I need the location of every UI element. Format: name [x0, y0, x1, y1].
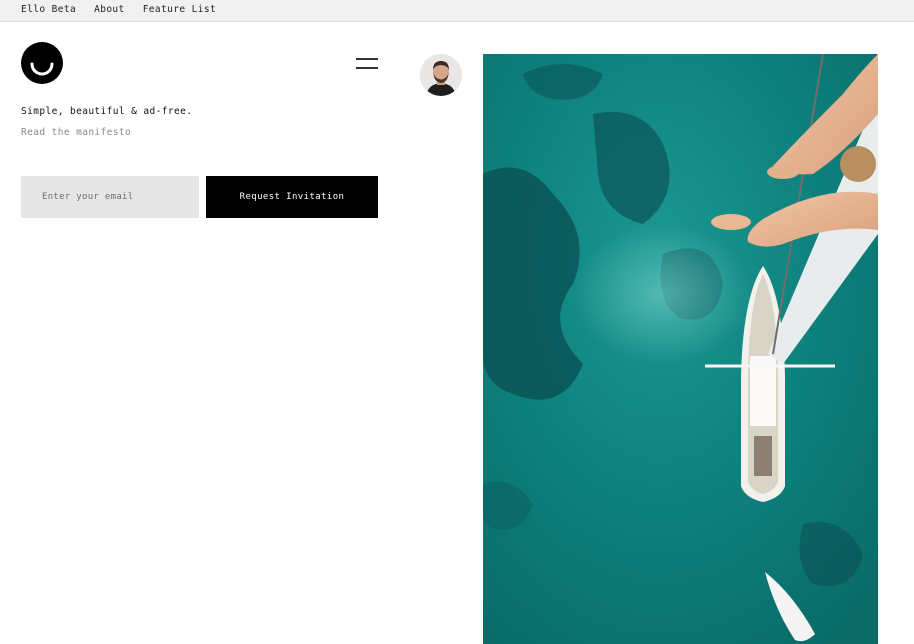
avatar-portrait-icon	[420, 54, 462, 96]
avatar[interactable]	[420, 54, 462, 96]
top-bar: Ello Beta About Feature List	[0, 0, 914, 22]
sailboat-photo-image	[483, 54, 878, 644]
tagline: Simple, beautiful & ad-free.	[21, 106, 193, 117]
email-input[interactable]	[21, 176, 199, 218]
request-invitation-button[interactable]: Request Invitation	[206, 176, 378, 218]
hero-photo	[483, 54, 878, 644]
nav-item-about[interactable]: About	[94, 4, 125, 15]
hamburger-menu-icon[interactable]	[356, 57, 378, 71]
ello-logo-icon[interactable]	[21, 42, 63, 84]
manifesto-link[interactable]: Read the manifesto	[21, 127, 131, 138]
nav-item-ello-beta[interactable]: Ello Beta	[21, 4, 76, 15]
nav-item-feature-list[interactable]: Feature List	[143, 4, 216, 15]
top-nav: Ello Beta About Feature List	[21, 4, 216, 15]
